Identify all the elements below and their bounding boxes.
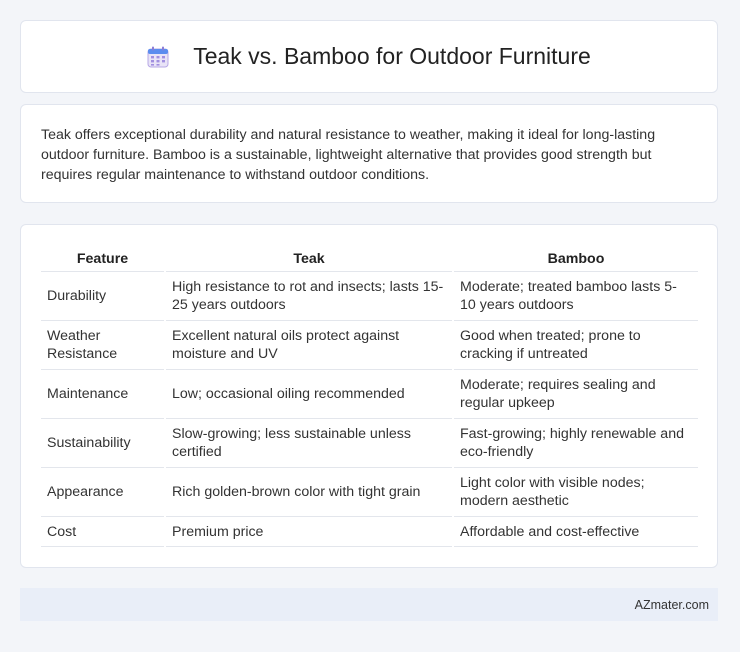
feature-cell: Maintenance [41,369,165,419]
feature-cell: Cost [41,516,165,547]
bamboo-cell: Light color with visible nodes; modern a… [452,467,698,517]
feature-cell: Weather Resistance [41,320,165,370]
feature-cell: Sustainability [41,418,165,468]
bamboo-cell: Affordable and cost-effective [452,516,698,547]
teak-cell: Rich golden-brown color with tight grain [164,467,453,517]
comparison-card: Feature Teak Bamboo Durability High resi… [20,224,718,568]
bamboo-cell: Fast-growing; highly renewable and eco-f… [452,418,698,468]
teak-cell: High resistance to rot and insects; last… [164,271,453,321]
bamboo-cell: Good when treated; prone to cracking if … [452,320,698,370]
bamboo-cell: Moderate; requires sealing and regular u… [452,369,698,419]
title-bar: Teak vs. Bamboo for Outdoor Furniture [21,21,717,92]
table-row: Weather Resistance Excellent natural oil… [41,320,698,370]
table-row: Appearance Rich golden-brown color with … [41,467,698,517]
table-row: Sustainability Slow-growing; less sustai… [41,418,698,468]
table-header-row: Feature Teak Bamboo [41,245,698,272]
header-teak: Teak [164,245,453,272]
bamboo-cell: Moderate; treated bamboo lasts 5-10 year… [452,271,698,321]
page-title: Teak vs. Bamboo for Outdoor Furniture [193,43,591,69]
table-row: Cost Premium price Affordable and cost-e… [41,516,698,547]
teak-cell: Low; occasional oiling recommended [164,369,453,419]
header-feature: Feature [41,245,165,272]
title-card: Teak vs. Bamboo for Outdoor Furniture [20,20,718,93]
table-row: Durability High resistance to rot and in… [41,271,698,321]
table-row: Maintenance Low; occasional oiling recom… [41,369,698,419]
intro-text: Teak offers exceptional durability and n… [41,127,656,183]
intro-card: Teak offers exceptional durability and n… [20,104,718,203]
comparison-table: Feature Teak Bamboo Durability High resi… [41,245,698,547]
calendar-icon [147,46,169,67]
teak-cell: Excellent natural oils protect against m… [164,320,453,370]
footer-brand: AZmater.com [634,597,709,612]
header-bamboo: Bamboo [452,245,698,272]
teak-cell: Slow-growing; less sustainable unless ce… [164,418,453,468]
feature-cell: Durability [41,271,165,321]
feature-cell: Appearance [41,467,165,517]
footer-bar: AZmater.com [20,588,718,621]
teak-cell: Premium price [164,516,453,547]
